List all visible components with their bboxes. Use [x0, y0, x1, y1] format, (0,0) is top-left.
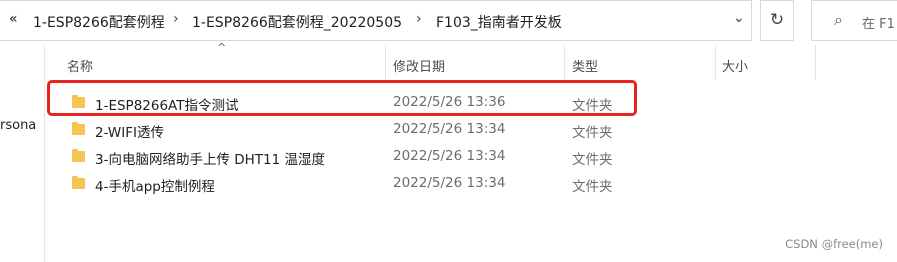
column-divider[interactable] — [715, 45, 716, 80]
column-header-date-modified[interactable]: 修改日期 — [393, 56, 445, 75]
search-icon: ⌕ — [834, 10, 843, 29]
column-header-size[interactable]: 大小 — [722, 56, 748, 75]
address-bar[interactable]: « 1-ESP8266配套例程 › 1-ESP8266配套例程_20220505… — [0, 0, 752, 41]
folder-icon — [72, 149, 85, 162]
file-date-modified: 2022/5/26 13:34 — [393, 121, 506, 137]
folder-icon — [72, 176, 85, 189]
file-type: 文件夹 — [572, 125, 613, 141]
breadcrumb-separator-icon[interactable]: › — [173, 11, 179, 27]
file-name: 2-WIFI透传 — [95, 125, 164, 141]
refresh-button[interactable]: ↻ — [760, 0, 794, 41]
breadcrumb-item-f103-board[interactable]: F103_指南者开发板 — [436, 12, 562, 32]
file-row[interactable]: 2-WIFI透传 2022/5/26 13:34 文件夹 — [45, 116, 645, 143]
breadcrumb-overflow-button[interactable]: « — [9, 11, 18, 27]
column-header-name[interactable]: 名称 — [67, 56, 93, 75]
file-date-modified: 2022/5/26 13:34 — [393, 148, 506, 164]
column-header-type[interactable]: 类型 — [572, 56, 598, 75]
breadcrumb-separator-icon[interactable]: › — [416, 11, 422, 27]
file-name: 4-手机app控制例程 — [95, 179, 215, 195]
address-history-dropdown-icon[interactable]: ⌄ — [733, 10, 745, 26]
file-date-modified: 2022/5/26 13:34 — [393, 175, 506, 191]
highlight-annotation-box — [47, 80, 637, 116]
column-divider[interactable] — [385, 45, 386, 80]
file-type: 文件夹 — [572, 179, 613, 195]
file-row[interactable]: 3-向电脑网络助手上传 DHT11 温湿度 2022/5/26 13:34 文件… — [45, 143, 645, 170]
file-name: 3-向电脑网络助手上传 DHT11 温湿度 — [95, 152, 326, 168]
nav-pane-item-partial[interactable]: rsona — [0, 118, 36, 133]
search-placeholder[interactable]: 在 F1 — [862, 13, 895, 32]
folder-icon — [72, 122, 85, 135]
column-divider[interactable] — [564, 45, 565, 80]
breadcrumb-item-esp8266-examples[interactable]: 1-ESP8266配套例程 — [33, 12, 165, 32]
file-row[interactable]: 4-手机app控制例程 2022/5/26 13:34 文件夹 — [45, 170, 645, 197]
column-divider[interactable] — [815, 45, 816, 80]
sort-ascending-icon: ^ — [217, 41, 227, 54]
file-type: 文件夹 — [572, 152, 613, 168]
search-box[interactable]: ⌕ 在 F1 — [811, 0, 897, 41]
breadcrumb-item-esp8266-examples-20220505[interactable]: 1-ESP8266配套例程_20220505 — [192, 12, 402, 32]
refresh-icon: ↻ — [769, 10, 785, 30]
watermark-text: CSDN @free(me) — [785, 237, 883, 251]
